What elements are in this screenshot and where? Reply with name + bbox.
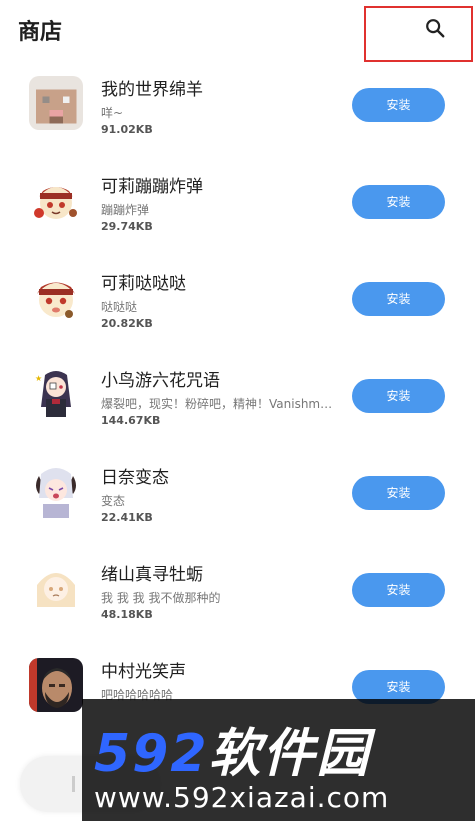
man-avatar: [29, 658, 83, 712]
rikka-avatar: ★: [29, 367, 83, 421]
item-name: 日奈变态: [101, 468, 169, 488]
pause-icon: [72, 776, 75, 792]
list-item[interactable]: 可莉哒哒哒 哒哒哒 20.82KB 安装: [0, 260, 475, 357]
install-button[interactable]: 安装: [352, 476, 445, 510]
list-item[interactable]: 日奈变态 变态 22.41KB 安装: [0, 454, 475, 551]
item-desc: 爆裂吧，现实！粉碎吧，精神！Vanishment This World！: [101, 397, 339, 411]
klee-avatar: [29, 270, 83, 324]
install-button[interactable]: 安装: [352, 573, 445, 607]
install-button[interactable]: 安装: [352, 185, 445, 219]
install-button[interactable]: 安装: [352, 282, 445, 316]
list-item[interactable]: 我的世界绵羊 咩~ 91.02KB 安装: [0, 66, 475, 163]
search-button[interactable]: [364, 6, 473, 62]
item-name: 可莉蹦蹦炸弹: [101, 177, 203, 197]
svg-text:★: ★: [35, 374, 42, 383]
search-icon[interactable]: [424, 17, 446, 39]
app-header: 商店: [0, 0, 475, 62]
install-button[interactable]: 安装: [352, 379, 445, 413]
item-desc: 蹦蹦炸弹: [101, 203, 150, 217]
watermark-url: www.592xiazai.com: [94, 781, 390, 814]
item-desc: 咩~: [101, 106, 124, 120]
item-name: 绪山真寻牡蛎: [101, 565, 203, 585]
list-item[interactable]: 绪山真寻牡蛎 我 我 我 我不做那种的 48.18KB 安装: [0, 551, 475, 648]
watermark-brand: 592软件园: [94, 724, 371, 784]
sheep-avatar: [29, 76, 83, 130]
item-size: 29.74KB: [101, 220, 153, 233]
list-item[interactable]: ★ 小鸟游六花咒语 爆裂吧，现实！粉碎吧，精神！Vanishment This …: [0, 357, 475, 454]
item-size: 22.41KB: [101, 511, 153, 524]
item-desc: 哒哒哒: [101, 300, 138, 314]
item-name: 小鸟游六花咒语: [101, 371, 220, 391]
hina-avatar: [29, 464, 83, 518]
install-button[interactable]: 安装: [352, 88, 445, 122]
item-size: 91.02KB: [101, 123, 153, 136]
klee-avatar: [29, 173, 83, 227]
item-size: 48.18KB: [101, 608, 153, 621]
item-size: 20.82KB: [101, 317, 153, 330]
list-item[interactable]: 可莉蹦蹦炸弹 蹦蹦炸弹 29.74KB 安装: [0, 163, 475, 260]
mahiro-avatar: [29, 561, 83, 615]
page-title: 商店: [18, 20, 63, 45]
item-name: 可莉哒哒哒: [101, 274, 186, 294]
item-size: 144.67KB: [101, 414, 161, 427]
watermark-overlay: 592软件园 www.592xiazai.com: [82, 699, 475, 821]
item-name: 中村光笑声: [101, 662, 186, 682]
item-name: 我的世界绵羊: [101, 80, 203, 100]
item-desc: 我 我 我 我不做那种的: [101, 591, 221, 605]
item-desc: 变态: [101, 494, 126, 508]
